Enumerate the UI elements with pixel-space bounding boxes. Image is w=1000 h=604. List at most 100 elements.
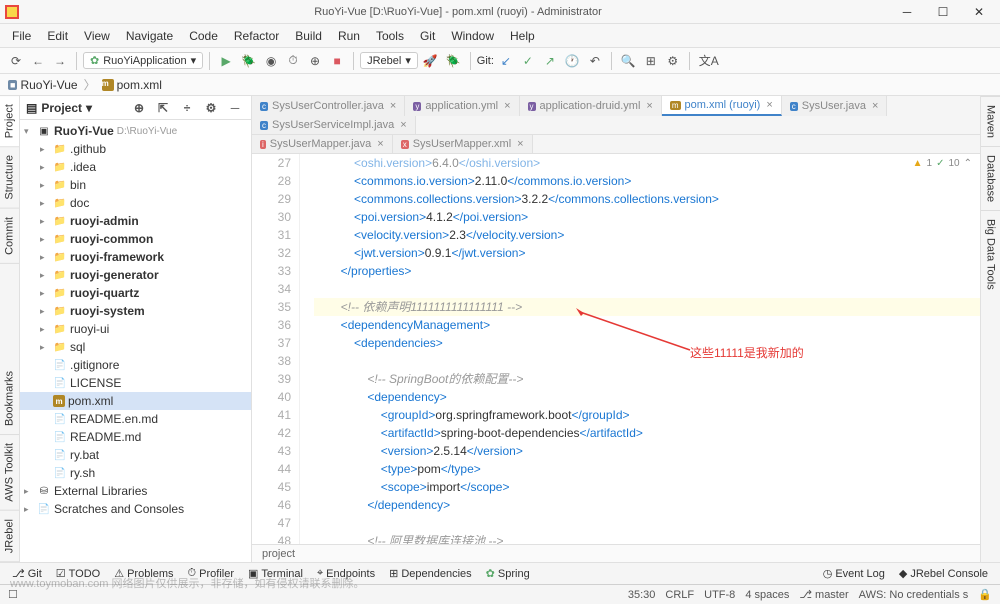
code-line[interactable] [314,280,980,298]
tool-jrebel-console[interactable]: ◆JRebel Console [893,565,994,582]
code-line[interactable]: <!-- 依赖声明1111111111111111 --> [314,298,980,316]
tree-item[interactable]: ▸📁ruoyi-system [20,302,251,320]
code-line[interactable]: <commons.io.version>2.11.0</commons.io.v… [314,172,980,190]
hide-icon[interactable]: ─ [225,98,245,118]
tree-item[interactable]: 📄LICENSE [20,374,251,392]
code-line[interactable]: <dependency> [314,388,980,406]
expand-arrow-icon[interactable]: ▸ [40,162,50,173]
tab-close-icon[interactable]: × [377,138,383,150]
jrebel-dropdown[interactable]: JRebel ▾ [360,52,418,69]
menu-build[interactable]: Build [287,26,330,46]
tab-commit[interactable]: Commit [0,209,19,264]
maximize-button[interactable]: ☐ [926,2,960,22]
menu-tools[interactable]: Tools [368,26,412,46]
code-line[interactable]: </properties> [314,262,980,280]
editor-tab[interactable]: yapplication.yml× [405,96,519,116]
structure-icon[interactable]: ⊞ [641,51,661,71]
tab-close-icon[interactable]: × [504,100,510,112]
tab-jrebel[interactable]: JRebel [0,511,19,562]
tab-bookmarks[interactable]: Bookmarks [0,363,19,435]
search-icon[interactable]: 🔍 [618,51,639,71]
expand-arrow-icon[interactable]: ▸ [40,234,50,245]
menu-refactor[interactable]: Refactor [226,26,287,46]
forward-icon[interactable]: → [50,51,70,71]
menu-file[interactable]: File [4,26,39,46]
ide-icon[interactable]: ⚙ [663,51,683,71]
code-line[interactable] [314,514,980,532]
menu-git[interactable]: Git [412,26,443,46]
expand-arrow-icon[interactable]: ▸ [24,504,34,515]
coverage-icon[interactable]: ◉ [261,51,281,71]
status-aws[interactable]: AWS: No credentials s [859,589,969,601]
expand-arrow-icon[interactable]: ▸ [40,288,50,299]
code-line[interactable] [314,352,980,370]
git-commit-icon[interactable]: ✓ [518,51,538,71]
menu-run[interactable]: Run [330,26,368,46]
tool-terminal[interactable]: ▣Terminal [242,565,309,582]
tab-close-icon[interactable]: × [646,100,652,112]
expand-arrow-icon[interactable]: ▸ [40,270,50,281]
tab-close-icon[interactable]: × [400,119,406,131]
menu-view[interactable]: View [76,26,118,46]
editor-tab[interactable]: mpom.xml (ruoyi)× [662,96,782,116]
git-rollback-icon[interactable]: ↶ [585,51,605,71]
translate-icon[interactable]: 文A [696,51,722,71]
menu-navigate[interactable]: Navigate [118,26,181,46]
code-breadcrumb[interactable]: project [252,544,980,562]
tree-item[interactable]: ▸📁.idea [20,158,251,176]
tab-bigdata[interactable]: Big Data Tools [981,210,1000,298]
expand-arrow-icon[interactable]: ▸ [40,324,50,335]
status-ide[interactable]: ☐ [8,588,18,601]
gutter[interactable]: 2728293031323334353637383940414243444546… [252,154,300,544]
menu-window[interactable]: Window [443,26,502,46]
code-content[interactable]: 这些11111是我新加的 <oshi.version>6.4.0</oshi.v… [300,154,980,544]
menu-code[interactable]: Code [181,26,226,46]
code-line[interactable]: <groupId>org.springframework.boot</group… [314,406,980,424]
tab-structure[interactable]: Structure [0,147,19,209]
code-line[interactable]: <artifactId>spring-boot-dependencies</ar… [314,424,980,442]
editor-tab[interactable]: cSysUserServiceImpl.java× [252,116,416,134]
code-line[interactable]: </dependency> [314,496,980,514]
run-icon[interactable]: ▶ [216,51,236,71]
expand-arrow-icon[interactable]: ▸ [40,342,50,353]
tool-eventlog[interactable]: ◷Event Log [817,565,891,582]
status-branch[interactable]: ⎇master [799,588,848,601]
breadcrumb-file[interactable]: m pom.xml [102,78,162,92]
tab-aws[interactable]: AWS Toolkit [0,435,19,511]
tree-item[interactable]: 📄README.md [20,428,251,446]
tree-item[interactable]: ▸📁doc [20,194,251,212]
jrebel-debug-icon[interactable]: 🪲 [443,51,464,71]
code-line[interactable]: <!-- SpringBoot的依赖配置--> [314,370,980,388]
expand-arrow-icon[interactable]: ▸ [40,252,50,263]
tool-todo[interactable]: ☑TODO [50,565,106,582]
tree-root[interactable]: ▾ ▣ RuoYi-Vue D:\RuoYi-Vue [20,122,251,140]
tool-profiler[interactable]: ⏱Profiler [182,565,240,582]
tab-close-icon[interactable]: × [872,100,878,112]
chevron-down-icon[interactable]: ▾ [86,101,92,115]
tree-external-libs[interactable]: ▸ ⛁ External Libraries [20,482,251,500]
tool-git[interactable]: ⎇Git [6,565,48,582]
git-push-icon[interactable]: ↗ [540,51,560,71]
editor-tab[interactable]: cSysUserController.java× [252,96,405,116]
tab-close-icon[interactable]: × [390,100,396,112]
status-encoding[interactable]: UTF-8 [704,589,735,601]
code-line[interactable]: <poi.version>4.1.2</poi.version> [314,208,980,226]
tree-item[interactable]: ▸📁sql [20,338,251,356]
editor-tab[interactable]: yapplication-druid.yml× [520,96,662,116]
tree-item[interactable]: mpom.xml [20,392,251,410]
collapse-icon[interactable]: ÷ [177,98,197,118]
minimize-button[interactable]: ─ [890,2,924,22]
tab-close-icon[interactable]: × [766,99,772,111]
status-eol[interactable]: CRLF [665,589,694,601]
tree-item[interactable]: ▸📁bin [20,176,251,194]
jrebel-run-icon[interactable]: 🚀 [420,51,441,71]
code-line[interactable]: <dependencyManagement> [314,316,980,334]
tab-database[interactable]: Database [981,146,1000,210]
project-tree[interactable]: ▾ ▣ RuoYi-Vue D:\RuoYi-Vue ▸📁.github▸📁.i… [20,120,251,562]
status-indent[interactable]: 4 spaces [745,589,789,601]
locate-icon[interactable]: ⊕ [129,98,149,118]
tree-item[interactable]: 📄ry.bat [20,446,251,464]
expand-arrow-icon[interactable]: ▸ [24,486,34,497]
code-line[interactable]: <velocity.version>2.3</velocity.version> [314,226,980,244]
tool-problems[interactable]: ⚠Problems [108,565,179,582]
